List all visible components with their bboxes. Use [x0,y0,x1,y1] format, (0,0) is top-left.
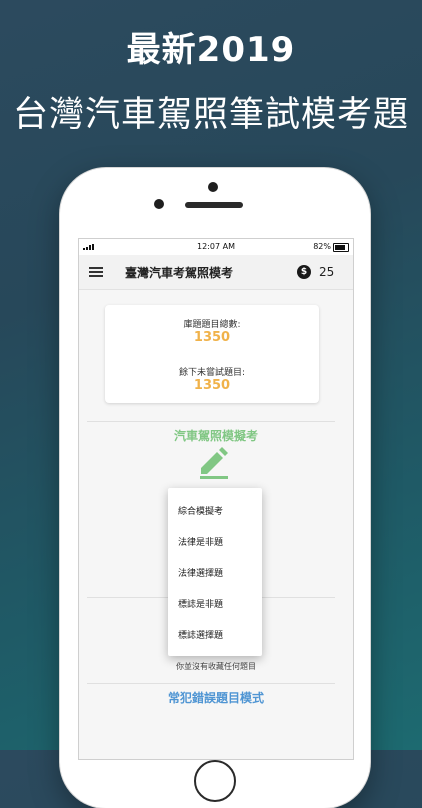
dropdown-item[interactable]: 標誌是非題 [178,597,223,610]
total-questions-value: 1350 [193,330,231,345]
dropdown-item[interactable]: 綜合模擬考 [178,504,223,517]
dropdown-item[interactable]: 法律選擇題 [178,566,223,579]
question-stats-card: 庫題題目總數: 1350 餘下未嘗試題目: 1350 [105,305,319,403]
no-favorites-hint: 你並沒有收藏任何題目 [176,662,256,671]
app-screen: 12:07 AM 82% 臺灣汽車考駕照模考 $ 25 庫題題目總數: 1350… [78,238,354,760]
section-divider [87,683,335,684]
app-title: 臺灣汽車考駕照模考 [125,266,234,280]
promo-headline: 最新2019 [126,30,296,70]
camera-dot [208,182,218,192]
battery-percent: 82% [313,242,331,251]
promo-subheadline: 台灣汽車駕照筆試模考題 [12,95,409,135]
section-divider [87,421,335,422]
exam-type-dropdown: 綜合模擬考 法律是非題 法律選擇題 標誌是非題 標誌選擇題 [168,488,262,656]
total-questions-label: 庫題題目總數: [183,320,241,330]
coin-count: 25 [319,265,335,279]
pencil-icon[interactable] [197,446,231,480]
remaining-questions-label: 餘下未嘗試題目: [178,368,246,378]
common-mistakes-mode-title[interactable]: 常犯錯誤題目模式 [79,689,353,706]
app-bar: 臺灣汽車考駕照模考 $ 25 [79,255,353,290]
dropdown-item[interactable]: 法律是非題 [178,535,223,548]
home-button[interactable] [194,760,236,802]
front-camera [154,199,164,209]
hamburger-menu-icon[interactable] [89,267,103,277]
dollar-coin-icon[interactable]: $ [297,265,311,279]
status-bar: 12:07 AM 82% [79,239,353,255]
dropdown-item[interactable]: 標誌選擇題 [178,628,223,641]
mock-exam-title[interactable]: 汽車駕照模擬考 [79,427,353,444]
remaining-questions-value: 1350 [193,378,231,393]
battery-icon [333,243,349,252]
speaker-grille [185,202,243,208]
phone-frame: 12:07 AM 82% 臺灣汽車考駕照模考 $ 25 庫題題目總數: 1350… [60,168,370,808]
status-time: 12:07 AM [197,242,235,251]
